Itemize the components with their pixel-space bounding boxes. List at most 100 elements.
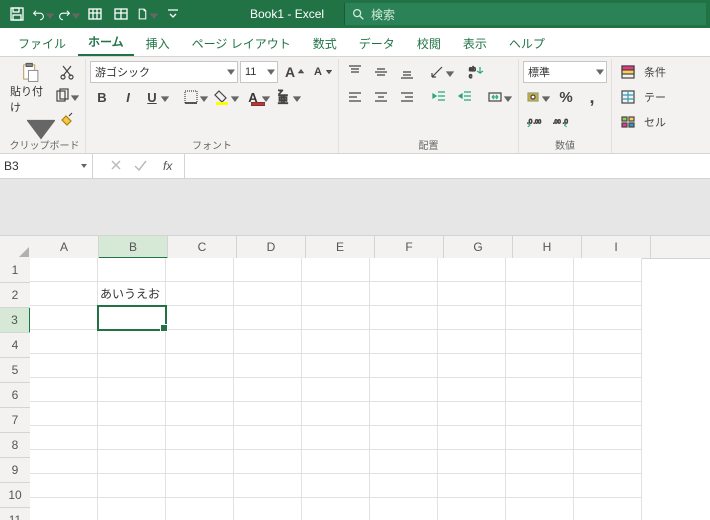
cell-E7[interactable]: [302, 402, 370, 426]
select-all-corner[interactable]: [0, 236, 31, 259]
align-middle-button[interactable]: [369, 61, 393, 83]
align-bottom-button[interactable]: [395, 61, 419, 83]
format-table-button[interactable]: [616, 86, 640, 108]
cell-C6[interactable]: [166, 378, 234, 402]
cell-H2[interactable]: [506, 282, 574, 306]
cell-A11[interactable]: [30, 498, 98, 520]
fill-color-button[interactable]: [212, 86, 241, 108]
cell-H7[interactable]: [506, 402, 574, 426]
cell-A2[interactable]: [30, 282, 98, 306]
cell-E10[interactable]: [302, 474, 370, 498]
row-header-6[interactable]: 6: [0, 383, 30, 408]
cell-A9[interactable]: [30, 450, 98, 474]
cell-A1[interactable]: [30, 258, 98, 282]
cell-A6[interactable]: [30, 378, 98, 402]
column-header-B[interactable]: B: [99, 236, 168, 259]
cell-I6[interactable]: [574, 378, 642, 402]
cut-button[interactable]: [52, 61, 81, 83]
copy-button[interactable]: [52, 85, 81, 107]
cell-F10[interactable]: [370, 474, 438, 498]
font-color-button[interactable]: A: [243, 86, 272, 108]
cell-B6[interactable]: [98, 378, 166, 402]
cell-G7[interactable]: [438, 402, 506, 426]
row-header-9[interactable]: 9: [0, 458, 30, 483]
cell-A5[interactable]: [30, 354, 98, 378]
cell-C3[interactable]: [166, 306, 234, 330]
row-header-4[interactable]: 4: [0, 333, 30, 358]
cell-G10[interactable]: [438, 474, 506, 498]
cell-B2[interactable]: あいうえお: [98, 282, 166, 306]
qat-new-button[interactable]: [136, 3, 158, 25]
cell-F5[interactable]: [370, 354, 438, 378]
formula-input[interactable]: [185, 154, 710, 178]
cell-E8[interactable]: [302, 426, 370, 450]
cell-C11[interactable]: [166, 498, 234, 520]
cell-H8[interactable]: [506, 426, 574, 450]
cell-G5[interactable]: [438, 354, 506, 378]
cell-D11[interactable]: [234, 498, 302, 520]
cell-C7[interactable]: [166, 402, 234, 426]
qat-redo-button[interactable]: [58, 3, 80, 25]
cell-F9[interactable]: [370, 450, 438, 474]
cell-D2[interactable]: [234, 282, 302, 306]
tab-file[interactable]: ファイル: [8, 30, 76, 56]
row-header-5[interactable]: 5: [0, 358, 30, 383]
cell-D3[interactable]: [234, 306, 302, 330]
name-box[interactable]: B3: [0, 154, 93, 178]
row-header-1[interactable]: 1: [0, 258, 30, 283]
cell-C1[interactable]: [166, 258, 234, 282]
cell-A3[interactable]: [30, 306, 98, 330]
cell-F3[interactable]: [370, 306, 438, 330]
cell-I3[interactable]: [574, 306, 642, 330]
cell-I11[interactable]: [574, 498, 642, 520]
column-header-F[interactable]: F: [375, 236, 444, 258]
cell-G9[interactable]: [438, 450, 506, 474]
qat-button-2[interactable]: [110, 3, 132, 25]
cell-D4[interactable]: [234, 330, 302, 354]
cell-G6[interactable]: [438, 378, 506, 402]
cell-D7[interactable]: [234, 402, 302, 426]
cell-E11[interactable]: [302, 498, 370, 520]
cell-G8[interactable]: [438, 426, 506, 450]
cell-B8[interactable]: [98, 426, 166, 450]
cell-A8[interactable]: [30, 426, 98, 450]
cell-D1[interactable]: [234, 258, 302, 282]
cell-styles-button[interactable]: [616, 111, 640, 133]
tab-home[interactable]: ホーム: [78, 28, 134, 56]
cell-A7[interactable]: [30, 402, 98, 426]
cell-A4[interactable]: [30, 330, 98, 354]
cell-G1[interactable]: [438, 258, 506, 282]
cell-G3[interactable]: [438, 306, 506, 330]
tab-formulas[interactable]: 数式: [303, 30, 347, 56]
cell-E2[interactable]: [302, 282, 370, 306]
underline-button[interactable]: U: [142, 86, 171, 108]
qat-button-1[interactable]: [84, 3, 106, 25]
accounting-format-button[interactable]: [523, 86, 552, 108]
cell-C8[interactable]: [166, 426, 234, 450]
cell-H9[interactable]: [506, 450, 574, 474]
row-header-7[interactable]: 7: [0, 408, 30, 433]
cell-G2[interactable]: [438, 282, 506, 306]
cell-H11[interactable]: [506, 498, 574, 520]
cell-F11[interactable]: [370, 498, 438, 520]
cell-D8[interactable]: [234, 426, 302, 450]
cell-B3[interactable]: [98, 306, 166, 330]
cell-A10[interactable]: [30, 474, 98, 498]
bold-button[interactable]: B: [90, 86, 114, 108]
column-header-D[interactable]: D: [237, 236, 306, 258]
align-top-button[interactable]: [343, 61, 367, 83]
cell-B5[interactable]: [98, 354, 166, 378]
tab-data[interactable]: データ: [349, 30, 405, 56]
cell-C4[interactable]: [166, 330, 234, 354]
decrease-font-button[interactable]: A: [308, 61, 334, 83]
orientation-button[interactable]: [427, 61, 456, 83]
increase-indent-button[interactable]: [453, 86, 477, 108]
cell-E1[interactable]: [302, 258, 370, 282]
column-header-I[interactable]: I: [582, 236, 651, 258]
cell-D5[interactable]: [234, 354, 302, 378]
tab-insert[interactable]: 挿入: [136, 30, 180, 56]
qat-undo-button[interactable]: [32, 3, 54, 25]
cell-E5[interactable]: [302, 354, 370, 378]
align-right-button[interactable]: [395, 86, 419, 108]
cell-H5[interactable]: [506, 354, 574, 378]
